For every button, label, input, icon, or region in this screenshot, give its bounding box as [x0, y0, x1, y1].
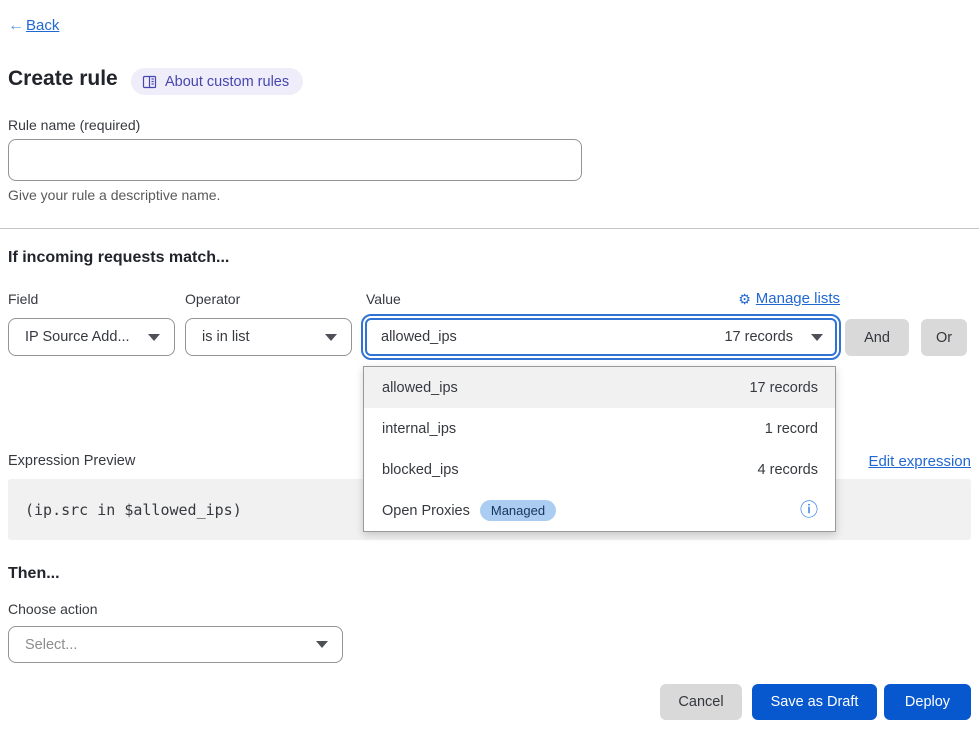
- chevron-down-icon: [316, 641, 328, 648]
- back-link[interactable]: ←Back: [8, 17, 59, 35]
- deploy-button[interactable]: Deploy: [884, 684, 971, 720]
- edit-expression-link[interactable]: Edit expression: [868, 453, 971, 470]
- list-option-records: 1 record: [765, 421, 818, 437]
- expression-preview-label: Expression Preview: [8, 453, 135, 469]
- value-combobox[interactable]: allowed_ips 17 records: [361, 314, 841, 360]
- then-section-heading: Then...: [8, 565, 60, 583]
- action-select-placeholder: Select...: [25, 637, 77, 653]
- choose-action-label: Choose action: [8, 601, 98, 617]
- gear-icon: ⚙: [738, 292, 751, 306]
- chevron-down-icon: [811, 334, 823, 341]
- operator-select-value: is in list: [202, 329, 250, 345]
- list-option-blocked-ips[interactable]: blocked_ips 4 records: [364, 449, 835, 490]
- back-link-label[interactable]: Back: [26, 17, 59, 34]
- list-option-name: Open Proxies: [382, 503, 470, 519]
- info-icon[interactable]: ⓘ: [800, 502, 818, 520]
- book-icon: [142, 75, 157, 89]
- cancel-button[interactable]: Cancel: [660, 684, 742, 720]
- and-button[interactable]: And: [845, 319, 909, 356]
- operator-label: Operator: [185, 291, 240, 307]
- field-label: Field: [8, 291, 38, 307]
- value-combobox-text: allowed_ips: [381, 329, 457, 345]
- list-option-name: allowed_ips: [382, 380, 458, 396]
- rule-name-helper: Give your rule a descriptive name.: [8, 187, 220, 203]
- list-option-records: 4 records: [758, 462, 818, 478]
- chevron-down-icon: [148, 334, 160, 341]
- value-listbox: allowed_ips 17 records internal_ips 1 re…: [363, 366, 836, 532]
- manage-lists-link[interactable]: ⚙ Manage lists: [738, 290, 840, 307]
- section-divider: [0, 228, 979, 229]
- value-records-count: 17 records: [724, 329, 793, 345]
- or-button[interactable]: Or: [921, 319, 967, 356]
- create-rule-page: ←Back Create rule About custom rules Rul…: [0, 0, 979, 739]
- field-select[interactable]: IP Source Add...: [8, 318, 175, 356]
- managed-badge: Managed: [480, 500, 556, 521]
- list-option-allowed-ips[interactable]: allowed_ips 17 records: [364, 367, 835, 408]
- rule-name-label: Rule name (required): [8, 117, 140, 133]
- field-select-value: IP Source Add...: [25, 329, 130, 345]
- action-select[interactable]: Select...: [8, 626, 343, 663]
- page-title: Create rule: [8, 67, 118, 91]
- about-custom-rules-badge[interactable]: About custom rules: [131, 68, 303, 95]
- value-combobox-inner[interactable]: allowed_ips 17 records: [365, 318, 837, 356]
- list-option-open-proxies[interactable]: Open Proxies Managed ⓘ: [364, 490, 835, 531]
- operator-select[interactable]: is in list: [185, 318, 352, 356]
- match-section-heading: If incoming requests match...: [8, 249, 229, 267]
- value-label: Value: [366, 291, 401, 307]
- save-as-draft-button[interactable]: Save as Draft: [752, 684, 877, 720]
- expression-code: (ip.src in $allowed_ips): [25, 501, 242, 519]
- list-option-name: blocked_ips: [382, 462, 459, 478]
- chevron-down-icon: [325, 334, 337, 341]
- list-option-records: 17 records: [749, 380, 818, 396]
- list-option-internal-ips[interactable]: internal_ips 1 record: [364, 408, 835, 449]
- manage-lists-label[interactable]: Manage lists: [756, 290, 840, 307]
- back-arrow-icon: ←: [8, 17, 24, 34]
- about-badge-label: About custom rules: [165, 74, 289, 90]
- rule-name-input[interactable]: [8, 139, 582, 181]
- list-option-name: internal_ips: [382, 421, 456, 437]
